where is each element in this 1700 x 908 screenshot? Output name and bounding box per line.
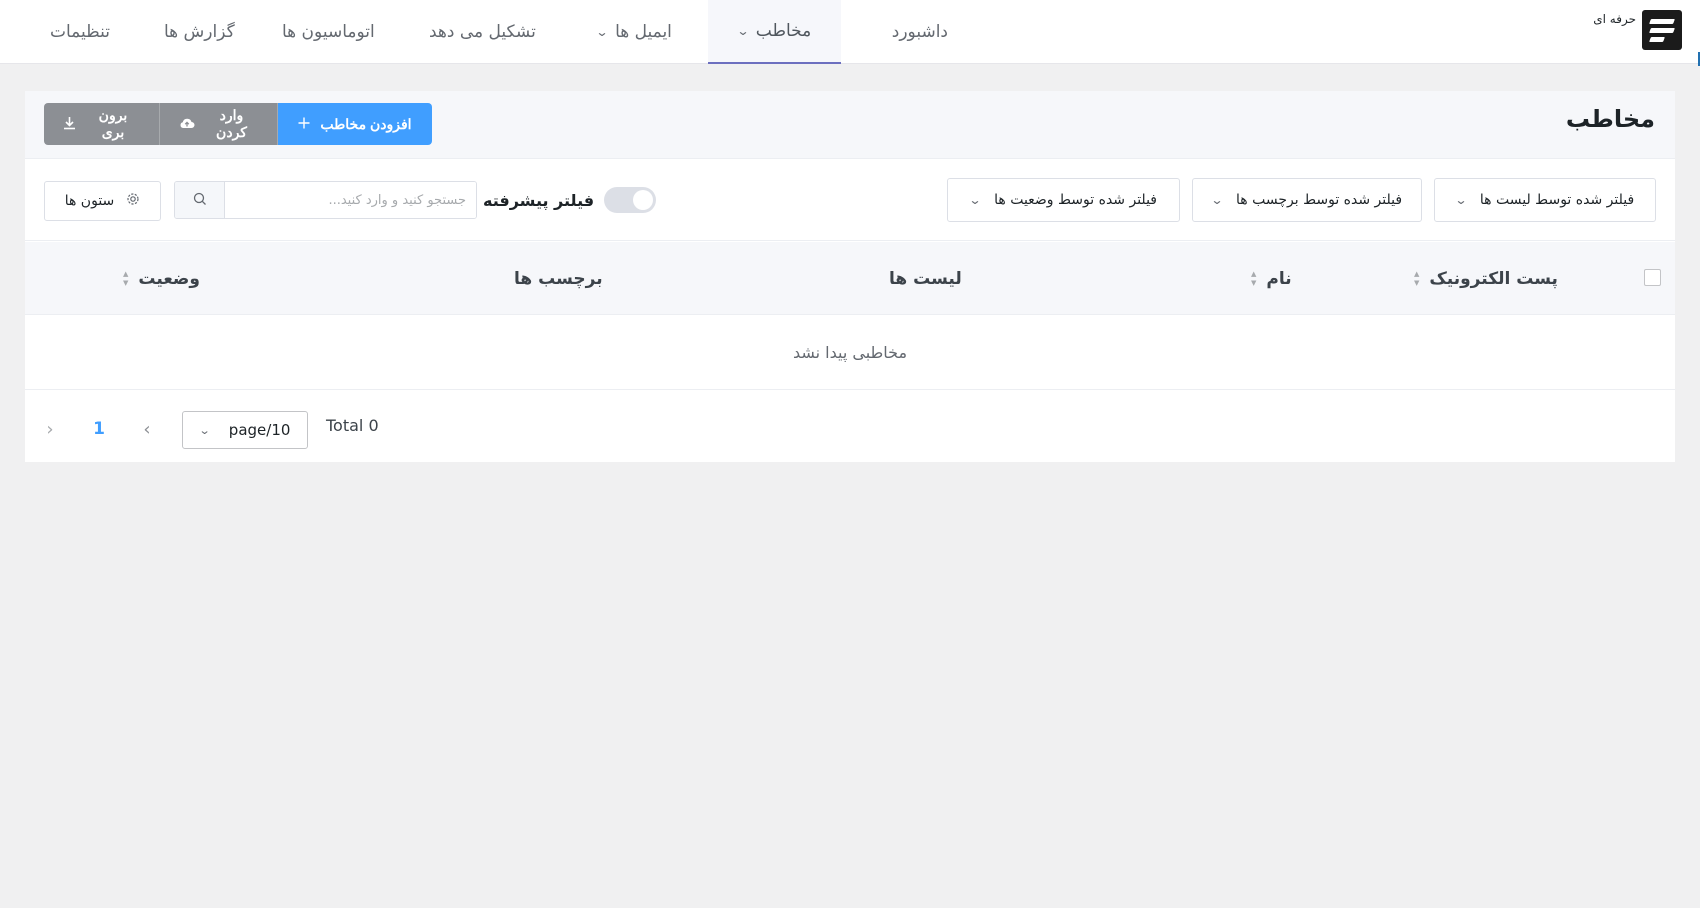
page-size-value: page/10	[228, 421, 291, 439]
pagination: Total 0 ⌄ page/10 ‹ 1 ›	[25, 390, 1675, 462]
filter-by-status-label: فیلتر شده توسط وضعیت ها	[994, 192, 1157, 208]
plus-icon	[298, 116, 310, 132]
nav-item-label: داشبورد	[891, 22, 948, 42]
column-header-label: نام	[1266, 268, 1292, 289]
nav-item-contacts[interactable]: ⌄ مخاطب	[708, 0, 841, 64]
contacts-card: مخاطب برون بری وارد کردن افزودن مخاطب فی…	[25, 91, 1675, 462]
nav-item-automations[interactable]: اتوماسیون ها	[282, 0, 375, 64]
import-label: وارد کردن	[216, 107, 247, 140]
columns-button[interactable]: ستون ها	[44, 181, 161, 221]
nav-item-label: تنظیمات	[50, 22, 110, 42]
nav-item-label: اتوماسیون ها	[282, 22, 375, 42]
column-header-label: وضعیت	[138, 268, 200, 289]
nav-item-settings[interactable]: تنظیمات	[50, 0, 110, 64]
cloud-upload-icon	[179, 116, 195, 132]
top-navigation: حرفه ای داشبورد ⌄ مخاطب ⌄ ایمیل ها تشکیل…	[0, 0, 1700, 64]
filter-by-tags-label: فیلتر شده توسط برچسب ها	[1236, 192, 1403, 208]
nav-item-label: تشکیل می دهد	[429, 22, 536, 42]
advanced-filter-label: فیلتر پیشرفته	[483, 190, 595, 210]
nav-item-label: ایمیل ها	[615, 22, 672, 42]
sort-icon: ▲ ▼	[1251, 269, 1257, 287]
add-contact-button[interactable]: افزودن مخاطب	[278, 103, 432, 145]
chevron-down-icon: ⌄	[198, 423, 211, 437]
nav-item-label: گزارش ها	[164, 22, 235, 42]
brand-logo-icon	[1642, 10, 1682, 50]
column-header-status[interactable]: ▲ ▼ وضعیت	[123, 242, 200, 315]
export-label: برون بری	[98, 107, 128, 140]
column-header-label: پست الکترونیک	[1429, 268, 1558, 289]
filter-by-tags-dropdown[interactable]: فیلتر شده توسط برچسب ها ⌄	[1192, 178, 1422, 222]
column-header-tags: برچسب ها	[514, 242, 603, 315]
columns-label: ستون ها	[64, 193, 115, 209]
nav-item-dashboard[interactable]: داشبورد	[892, 0, 948, 64]
page-size-select[interactable]: ⌄ page/10	[182, 411, 308, 449]
download-icon	[63, 116, 76, 133]
filter-by-status-dropdown[interactable]: فیلتر شده توسط وضعیت ها ⌄	[947, 178, 1180, 222]
brand[interactable]: حرفه ای	[1593, 10, 1682, 50]
column-header-label: لیست ها	[889, 268, 962, 289]
search-box	[174, 181, 477, 219]
card-header: مخاطب برون بری وارد کردن افزودن مخاطب	[25, 91, 1675, 159]
add-contact-label: افزودن مخاطب	[320, 115, 412, 132]
toggle-knob	[633, 190, 654, 210]
advanced-filter-toggle[interactable]	[604, 187, 657, 213]
column-header-email[interactable]: ▲ ▼ پست الکترونیک	[1414, 242, 1558, 315]
total-count: Total 0	[326, 416, 379, 435]
chevron-left-icon: ‹	[143, 418, 151, 440]
chevron-down-icon: ⌄	[968, 193, 982, 207]
column-header-lists: لیست ها	[889, 242, 962, 315]
page-number-button[interactable]: 1	[88, 414, 110, 444]
import-button[interactable]: وارد کردن	[160, 103, 278, 145]
sort-icon: ▲ ▼	[123, 269, 129, 287]
chevron-down-icon: ⌄	[595, 25, 609, 39]
filter-bar: فیلتر شده توسط لیست ها ⌄ فیلتر شده توسط …	[25, 159, 1675, 241]
nav-item-reports[interactable]: گزارش ها	[164, 0, 235, 64]
sort-icon: ▲ ▼	[1414, 269, 1420, 287]
chevron-down-icon: ⌄	[736, 24, 750, 38]
next-page-button[interactable]: ›	[40, 414, 60, 444]
column-header-name[interactable]: ▲ ▼ نام	[1251, 242, 1292, 315]
chevron-down-icon: ⌄	[1454, 193, 1468, 207]
prev-page-button[interactable]: ‹	[137, 414, 157, 444]
advanced-filter: فیلتر پیشرفته	[483, 187, 657, 213]
header-actions: برون بری وارد کردن افزودن مخاطب	[44, 103, 432, 145]
search-input[interactable]	[225, 182, 476, 218]
chevron-down-icon: ⌄	[1210, 193, 1224, 207]
brand-name: حرفه ای	[1593, 12, 1636, 26]
search-icon	[193, 191, 207, 210]
chevron-right-icon: ›	[46, 418, 54, 440]
page-title: مخاطب	[1565, 105, 1655, 133]
filter-by-lists-dropdown[interactable]: فیلتر شده توسط لیست ها ⌄	[1434, 178, 1656, 222]
table-header: ▲ ▼ پست الکترونیک ▲ ▼ نام لیست ها برچسب ها…	[25, 242, 1675, 315]
column-header-label: برچسب ها	[514, 268, 603, 289]
nav-item-label: مخاطب	[755, 21, 812, 41]
export-button[interactable]: برون بری	[44, 103, 160, 145]
empty-table-message: مخاطبی پیدا نشد	[25, 315, 1675, 390]
gear-icon	[126, 192, 140, 210]
filter-by-lists-label: فیلتر شده توسط لیست ها	[1479, 192, 1635, 208]
search-button[interactable]	[175, 182, 225, 218]
nav-item-forms[interactable]: تشکیل می دهد	[429, 0, 536, 64]
nav-item-emails[interactable]: ⌄ ایمیل ها	[595, 0, 672, 64]
select-all-checkbox[interactable]	[1644, 269, 1661, 286]
